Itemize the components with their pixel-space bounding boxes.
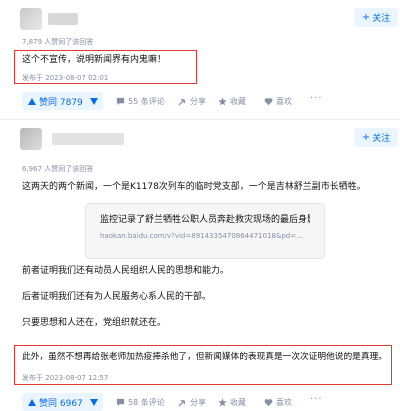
link-card-url: haokan.baidu.com/v?vid=89143354708644710… xyxy=(100,232,303,240)
like-button[interactable]: 喜欢 xyxy=(264,96,292,107)
vote-down-icon xyxy=(90,97,98,105)
vote-up-label: 赞同 7879 xyxy=(39,97,83,108)
more-icon[interactable]: ··· xyxy=(310,93,323,104)
share-label: 分享 xyxy=(190,398,206,407)
favorite-button[interactable]: 收藏 xyxy=(218,397,246,408)
approval-count: 6,967 人赞同了该回答 xyxy=(22,165,94,173)
like-label: 喜欢 xyxy=(276,97,292,106)
publish-time: 发布于 2023-08-07 02:01 xyxy=(22,74,109,82)
comment-icon xyxy=(116,398,125,407)
comments-label: 55 条评论 xyxy=(128,97,165,106)
answer-content: 这个不宣传，说明新闻界有内鬼嘛！ xyxy=(22,55,167,65)
vote-up-icon xyxy=(28,398,36,406)
heart-icon xyxy=(264,97,273,106)
avatar[interactable] xyxy=(20,8,42,30)
comment-icon xyxy=(116,97,125,106)
share-icon xyxy=(178,398,187,407)
comments-button[interactable]: 55 条评论 xyxy=(116,96,165,107)
star-icon xyxy=(218,398,227,407)
share-icon xyxy=(178,97,187,106)
share-button[interactable]: 分享 xyxy=(178,96,206,107)
comments-label: 58 条评论 xyxy=(128,398,165,407)
approval-count: 7,879 人赞同了该回答 xyxy=(22,38,94,46)
vote-down-icon xyxy=(90,398,98,406)
vote-up-icon xyxy=(28,97,36,105)
vote-up-label: 赞同 6967 xyxy=(39,398,83,409)
plus-icon: + xyxy=(361,11,371,23)
favorite-label: 收藏 xyxy=(230,97,246,106)
comments-button[interactable]: 58 条评论 xyxy=(116,397,165,408)
publish-time: 发布于 2023-08-07 12:57 xyxy=(22,374,109,382)
vote-up-button[interactable]: 赞同 7879 xyxy=(22,92,89,110)
vote-up-button[interactable]: 赞同 6967 xyxy=(22,393,89,411)
heart-icon xyxy=(264,398,273,407)
favorite-label: 收藏 xyxy=(230,398,246,407)
vote-down-button[interactable] xyxy=(85,393,103,411)
answer-paragraph: 此外，虽然不想再给张老师加热疫捧杀他了，但新闻媒体的表现真是一次次证明他说的是真… xyxy=(22,352,387,362)
divider xyxy=(0,119,400,120)
star-icon xyxy=(218,97,227,106)
author-name[interactable] xyxy=(52,133,124,145)
avatar[interactable] xyxy=(20,128,42,150)
follow-button[interactable]: + 关注 xyxy=(354,8,398,27)
follow-label: 关注 xyxy=(372,14,391,24)
answer-paragraph: 前者证明我们还有动员人民组织人民的思想和能力。 xyxy=(22,266,230,276)
share-button[interactable]: 分享 xyxy=(178,397,206,408)
more-icon[interactable]: ··· xyxy=(310,394,323,405)
vote-down-button[interactable] xyxy=(85,92,103,110)
author-name[interactable] xyxy=(48,13,78,25)
like-label: 喜欢 xyxy=(276,398,292,407)
link-card[interactable]: 监控记录了舒兰牺牲公职人员奔赴救灾现场的最后身影 haokan.baidu.co… xyxy=(85,203,325,259)
share-label: 分享 xyxy=(190,97,206,106)
follow-label: 关注 xyxy=(372,134,391,144)
answer-paragraph: 后者证明我们还有为人民服务心系人民的干部。 xyxy=(22,292,212,302)
favorite-button[interactable]: 收藏 xyxy=(218,96,246,107)
answer-paragraph: 这两天的两个新闻，一个是K1178次列车的临时党支部，一个是吉林舒兰副市长牺牲。 xyxy=(22,182,366,192)
link-card-title: 监控记录了舒兰牺牲公职人员奔赴救灾现场的最后身影 xyxy=(100,215,310,225)
follow-button[interactable]: + 关注 xyxy=(354,128,398,147)
like-button[interactable]: 喜欢 xyxy=(264,397,292,408)
answer-paragraph: 只要思想和人还在，党组织就还在。 xyxy=(22,318,167,328)
plus-icon: + xyxy=(361,131,371,143)
